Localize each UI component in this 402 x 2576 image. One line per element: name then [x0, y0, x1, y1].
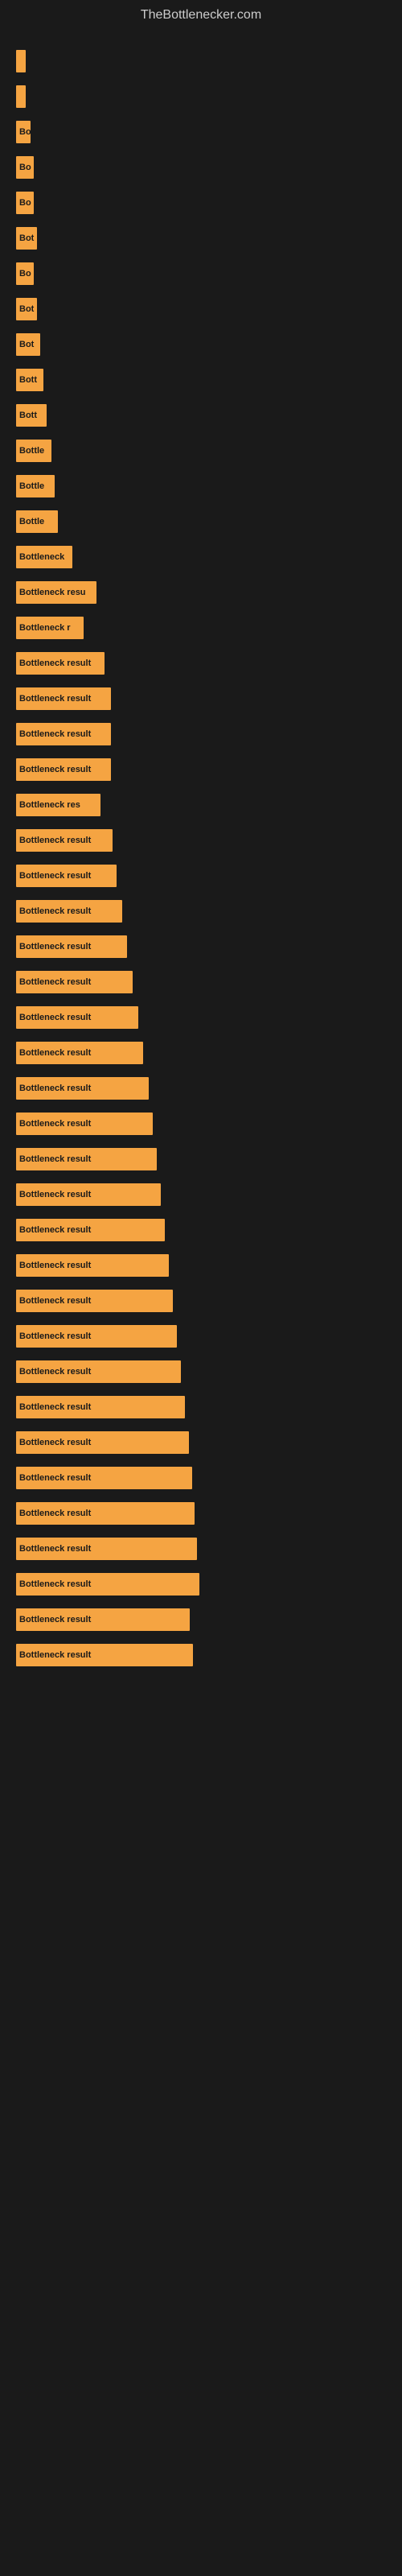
bar-row: Bo [16, 188, 386, 217]
bar-row: Bott [16, 401, 386, 430]
bar-row: Bottleneck result [16, 1180, 386, 1209]
bar-28: Bottleneck result [16, 1042, 143, 1064]
bar-17: Bottleneck result [16, 652, 105, 675]
bar-29: Bottleneck result [16, 1077, 149, 1100]
bar-row: Bottleneck res [16, 791, 386, 819]
bar-41: Bottleneck result [16, 1502, 195, 1525]
bar-19: Bottleneck result [16, 723, 111, 745]
bar-row: Bottleneck result [16, 1570, 386, 1599]
bar-10: Bott [16, 404, 47, 427]
bar-44: Bottleneck result [16, 1608, 190, 1631]
bar-row: Bottleneck result [16, 1605, 386, 1634]
bar-row: Bot [16, 295, 386, 324]
bar-31: Bottleneck result [16, 1148, 157, 1170]
bar-row [16, 82, 386, 111]
bar-row: Bottleneck result [16, 720, 386, 749]
chart-area: Bo Bo Bo Bot Bo Bot Bot Bott Bott Bottle Bottle Bot… [0, 39, 402, 1684]
bar-35: Bottleneck result [16, 1290, 173, 1312]
bar-row: Bottleneck result [16, 1322, 386, 1351]
bar-row: Bottle [16, 507, 386, 536]
bar-row: Bottle [16, 436, 386, 465]
bar-row: Bottleneck result [16, 649, 386, 678]
bar-0 [16, 50, 26, 72]
bar-row: Bott [16, 365, 386, 394]
bar-row: Bottleneck result [16, 1216, 386, 1245]
site-title: TheBottlenecker.com [0, 0, 402, 39]
bar-row: Bottleneck result [16, 897, 386, 926]
bar-36: Bottleneck result [16, 1325, 177, 1348]
bar-45: Bottleneck result [16, 1644, 193, 1666]
bar-row: Bottleneck result [16, 932, 386, 961]
bar-row: Bottleneck result [16, 1428, 386, 1457]
bar-row: Bot [16, 224, 386, 253]
bar-1 [16, 85, 26, 108]
bar-40: Bottleneck result [16, 1467, 192, 1489]
bar-21: Bottleneck res [16, 794, 100, 816]
bar-7: Bot [16, 298, 37, 320]
bar-26: Bottleneck result [16, 971, 133, 993]
bar-row: Bottleneck resu [16, 578, 386, 607]
bar-row: Bottleneck result [16, 1074, 386, 1103]
bar-11: Bottle [16, 440, 51, 462]
bar-39: Bottleneck result [16, 1431, 189, 1454]
bar-row: Bottleneck result [16, 1641, 386, 1670]
bar-22: Bottleneck result [16, 829, 113, 852]
bar-15: Bottleneck resu [16, 581, 96, 604]
bar-row [16, 47, 386, 76]
bar-row: Bot [16, 330, 386, 359]
bar-row: Bottleneck result [16, 1003, 386, 1032]
bar-row: Bottleneck [16, 543, 386, 572]
bar-9: Bott [16, 369, 43, 391]
bar-3: Bo [16, 156, 34, 179]
bar-row: Bottleneck result [16, 1463, 386, 1492]
bar-row: Bottleneck result [16, 1286, 386, 1315]
bar-38: Bottleneck result [16, 1396, 185, 1418]
bar-16: Bottleneck r [16, 617, 84, 639]
bar-row: Bottleneck result [16, 1499, 386, 1528]
bar-13: Bottle [16, 510, 58, 533]
bar-20: Bottleneck result [16, 758, 111, 781]
bar-30: Bottleneck result [16, 1113, 153, 1135]
bar-37: Bottleneck result [16, 1360, 181, 1383]
bar-row: Bottleneck r [16, 613, 386, 642]
bar-25: Bottleneck result [16, 935, 127, 958]
bar-18: Bottleneck result [16, 687, 111, 710]
bar-6: Bo [16, 262, 34, 285]
bar-row: Bo [16, 259, 386, 288]
bar-row: Bottleneck result [16, 1357, 386, 1386]
bar-32: Bottleneck result [16, 1183, 161, 1206]
bar-row: Bottleneck result [16, 1109, 386, 1138]
bar-5: Bot [16, 227, 37, 250]
bar-24: Bottleneck result [16, 900, 122, 923]
bar-row: Bottleneck result [16, 1251, 386, 1280]
bar-34: Bottleneck result [16, 1254, 169, 1277]
bar-23: Bottleneck result [16, 865, 117, 887]
bar-row: Bottleneck result [16, 1534, 386, 1563]
bar-42: Bottleneck result [16, 1538, 197, 1560]
bar-14: Bottleneck [16, 546, 72, 568]
bar-33: Bottleneck result [16, 1219, 165, 1241]
bar-row: Bottleneck result [16, 755, 386, 784]
bar-row: Bottleneck result [16, 826, 386, 855]
bar-2: Bo [16, 121, 31, 143]
bar-row: Bottleneck result [16, 684, 386, 713]
bar-row: Bottleneck result [16, 1145, 386, 1174]
bar-row: Bo [16, 153, 386, 182]
bar-12: Bottle [16, 475, 55, 497]
bar-27: Bottleneck result [16, 1006, 138, 1029]
bar-row: Bottleneck result [16, 1393, 386, 1422]
bar-row: Bottle [16, 472, 386, 501]
bar-row: Bo [16, 118, 386, 147]
bar-8: Bot [16, 333, 40, 356]
bar-row: Bottleneck result [16, 861, 386, 890]
bar-43: Bottleneck result [16, 1573, 199, 1596]
bar-row: Bottleneck result [16, 1038, 386, 1067]
bar-row: Bottleneck result [16, 968, 386, 997]
bar-4: Bo [16, 192, 34, 214]
